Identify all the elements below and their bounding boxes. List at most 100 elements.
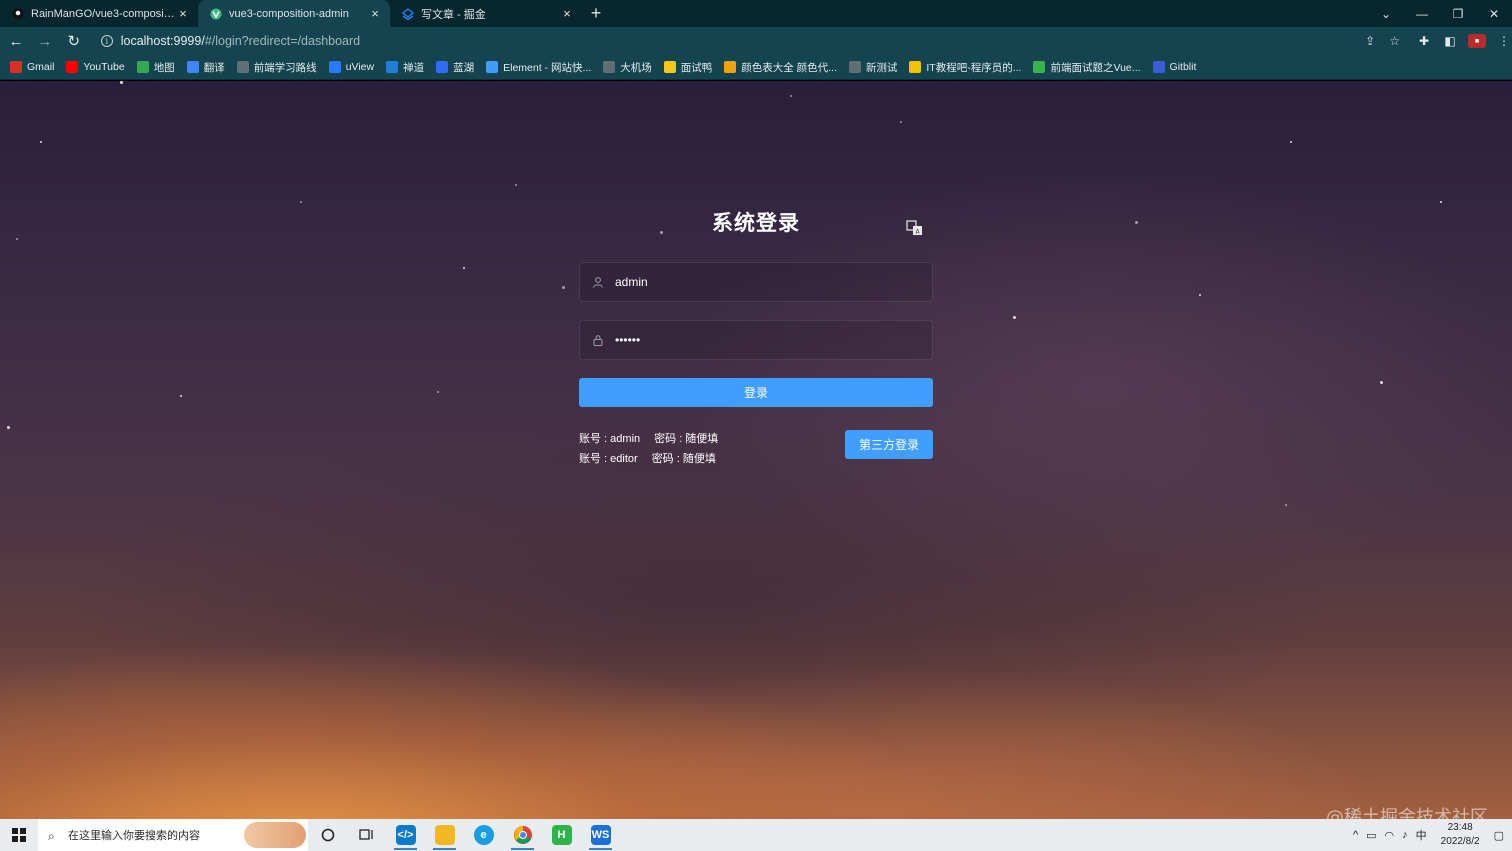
bookmark-item[interactable]: YouTube [66,61,125,73]
chrome-app[interactable] [503,819,542,851]
duck-icon [663,61,676,73]
ime-indicator[interactable]: 中 [1416,827,1427,843]
bookmark-item[interactable]: 禅道 [386,60,424,75]
minimize-button[interactable]: — [1404,0,1440,27]
bookmark-label: YouTube [83,61,125,73]
bookmark-label: 新测试 [865,61,898,74]
star [180,395,182,397]
tip-password: 密码 : 随便填 [651,453,716,465]
watermark-text: @稀土掘金技术社区 [1326,807,1488,819]
tab-vue3-composition-admin[interactable]: vue3-composition-admin × [198,0,390,27]
bookmark-item[interactable]: 新测试 [848,60,898,75]
bookmark-label: IT教程吧-程序员的... [926,61,1022,74]
star [1380,381,1383,384]
language-switch-icon[interactable]: A [906,220,924,236]
back-button[interactable]: ← [3,28,29,54]
bookmark-label: Gitblit [1169,61,1197,73]
third-party-login-button[interactable]: 第三方登录 [845,430,933,459]
bookmark-item[interactable]: 颜色表大全 颜色代... [724,60,837,75]
youtube-icon [66,61,79,73]
battery-icon[interactable]: ▭ [1366,829,1376,842]
cortana-icon [321,828,334,842]
star [660,231,663,234]
volume-icon[interactable]: ♪ [1402,829,1408,841]
clock-time: 23:48 [1447,822,1473,833]
bookmark-label: 前端学习路线 [253,61,317,74]
new-tab-button[interactable]: + [582,0,610,27]
bookmark-item[interactable]: Gmail [10,61,54,73]
vscode-app[interactable]: </> [386,819,425,851]
tab-title: RainManGO/vue3-composition-admin [31,7,176,20]
password-input[interactable] [615,333,905,347]
hbuilder-app[interactable]: H [542,819,581,851]
github-icon [12,8,24,20]
bookmark-item[interactable]: IT教程吧-程序员的... [909,60,1021,75]
start-button[interactable] [0,819,38,851]
bookmark-label: 大机场 [620,61,652,74]
bookmark-item[interactable]: 前端面试题之Vue... [1033,60,1141,75]
wifi-icon[interactable]: ◠ [1385,829,1395,842]
taskbar-search-box[interactable]: ⌕ 在这里输入你要搜索的内容 [38,819,308,851]
bookmark-item[interactable]: Element - 网站快... [486,60,591,75]
task-view-icon [358,829,373,840]
extensions-icon[interactable]: ✚ [1416,33,1432,49]
bookmark-label: uView [345,61,375,73]
tab-search-icon[interactable]: ⌄ [1368,0,1404,27]
search-icon: ⌕ [48,829,55,843]
close-tab-icon[interactable]: × [176,6,190,21]
close-tab-icon[interactable]: × [368,6,382,21]
account-tip-editor: 账号 : editor 密码 : 随便填 [579,450,716,466]
address-bar[interactable]: i localhost:9999/#/login?redirect=/dashb… [94,29,1408,53]
globe-icon [603,61,616,73]
star [120,81,123,84]
webstorm-app[interactable]: WS [581,819,620,851]
tab-rainmango-repo[interactable]: RainManGO/vue3-composition-admin × [0,0,198,27]
username-input[interactable] [615,275,905,289]
side-panel-icon[interactable]: ◧ [1442,33,1458,49]
star [790,95,792,97]
forward-button[interactable]: → [32,28,58,54]
gmail-icon [10,61,22,73]
folder-icon [434,825,455,845]
maps-icon [136,61,149,73]
cortana-button[interactable] [308,819,347,851]
login-button[interactable]: 登录 [579,378,933,407]
bookmark-star-icon[interactable]: ☆ [1389,34,1400,48]
task-view-button[interactable] [347,819,386,851]
share-icon[interactable]: ⇪ [1365,34,1375,48]
profile-avatar[interactable]: ■ [1468,34,1486,48]
url-text[interactable]: localhost:9999/#/login?redirect=/dashboa… [121,34,360,48]
notification-icon[interactable]: ▢ [1494,829,1504,842]
bookmark-item[interactable]: 地图 [136,60,175,75]
bookmark-item[interactable]: uView [328,61,375,73]
site-info-icon[interactable]: i [100,35,113,47]
password-field[interactable] [579,320,933,360]
close-window-button[interactable]: ✕ [1476,0,1512,27]
star [463,267,465,269]
bookmark-item[interactable]: Gitblit [1152,61,1197,73]
menu-icon[interactable]: ⋮ [1496,33,1512,49]
file-explorer-app[interactable] [425,819,464,851]
system-tray: ^ ▭ ◠ ♪ 中 23:48 2022/8/2 ▢ [1353,821,1512,849]
edge-app[interactable]: e [464,819,503,851]
close-tab-icon[interactable]: × [560,6,574,21]
edge-icon: e [473,825,494,845]
bookmark-label: 前端面试题之Vue... [1050,61,1141,74]
star [1285,504,1287,506]
restore-button[interactable]: ❐ [1440,0,1476,27]
star [1135,221,1138,224]
uview-icon [328,61,341,73]
webstorm-icon: WS [590,825,611,845]
it-icon [909,61,922,73]
reload-button[interactable]: ↻ [61,28,87,54]
bookmark-item[interactable]: 前端学习路线 [236,60,317,75]
bookmark-item[interactable]: 蓝湖 [436,60,474,75]
tray-chevron-icon[interactable]: ^ [1353,829,1358,841]
username-field[interactable] [579,262,933,302]
bookmark-item[interactable]: 翻译 [186,60,225,75]
clock[interactable]: 23:48 2022/8/2 [1441,821,1480,849]
bookmark-item[interactable]: 大机场 [603,60,652,75]
clock-date: 2022/8/2 [1440,836,1480,847]
bookmark-item[interactable]: 面试鸭 [663,60,712,75]
tab-juejin-write[interactable]: 写文章 - 掘金 × [390,0,582,27]
